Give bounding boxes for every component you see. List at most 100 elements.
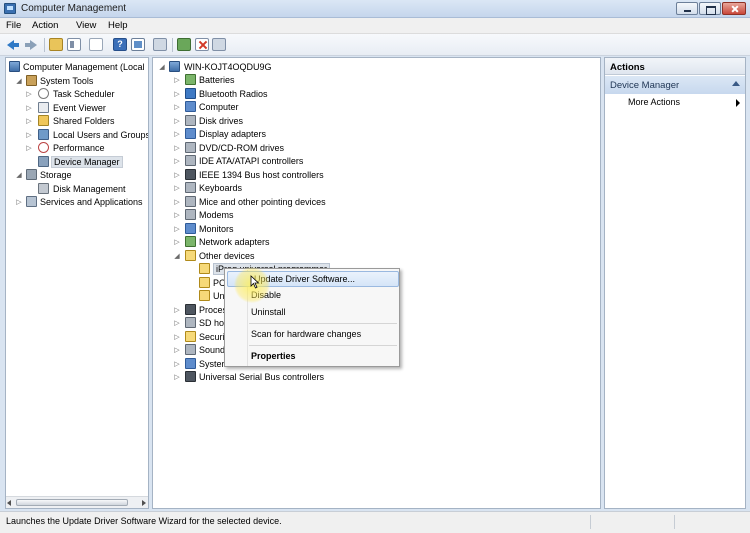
collapse-chevron-icon[interactable] <box>732 81 740 86</box>
disk-drive-icon <box>185 115 196 126</box>
menu-help[interactable]: Help <box>108 20 128 31</box>
close-button[interactable] <box>722 2 746 15</box>
expand-icon[interactable]: ▷ <box>25 131 33 140</box>
collapse-icon[interactable]: ◢ <box>158 63 166 72</box>
expand-icon[interactable]: ▷ <box>173 130 181 139</box>
expand-icon[interactable]: ▷ <box>173 184 181 193</box>
device-category[interactable]: ▷ Bluetooth Radios <box>173 88 473 101</box>
scrollbar-thumb[interactable] <box>16 499 128 506</box>
tree-item-services-apps[interactable]: ▷ Services and Applications <box>15 196 148 209</box>
storage-icon <box>26 169 37 180</box>
expand-icon[interactable]: ▷ <box>25 117 33 126</box>
expand-icon[interactable]: ▷ <box>173 103 181 112</box>
collapse-icon[interactable]: ◢ <box>15 77 23 86</box>
expand-icon[interactable]: ▷ <box>173 319 181 328</box>
minimize-button[interactable] <box>676 2 698 15</box>
tree-item-event-viewer[interactable]: ▷ Event Viewer <box>25 102 148 115</box>
tree-item-storage[interactable]: ◢ Storage <box>15 169 148 182</box>
tree-item-local-users[interactable]: ▷ Local Users and Groups <box>25 129 148 142</box>
show-hide-tree-icon[interactable] <box>67 38 81 51</box>
tree-item-device-manager[interactable]: Device Manager <box>25 156 148 169</box>
expand-icon[interactable]: ▷ <box>173 373 181 382</box>
devices-icon[interactable] <box>153 38 167 51</box>
more-actions-item[interactable]: More Actions <box>605 96 745 110</box>
computer-management-icon <box>4 3 16 14</box>
device-category[interactable]: ▷ DVD/CD-ROM drives <box>173 142 473 155</box>
horizontal-scrollbar[interactable] <box>6 496 148 508</box>
menu-item-uninstall[interactable]: Uninstall <box>225 305 399 321</box>
up-folder-icon[interactable] <box>49 38 63 51</box>
collapse-icon[interactable]: ◢ <box>15 171 23 180</box>
expand-icon[interactable]: ▷ <box>173 171 181 180</box>
uninstall-icon[interactable] <box>195 38 209 51</box>
export-list-icon[interactable] <box>89 38 103 51</box>
menu-item-disable[interactable]: Disable <box>225 288 399 304</box>
clock-icon <box>38 88 49 99</box>
tree-item-performance[interactable]: ▷ Performance <box>25 142 148 155</box>
device-category-other[interactable]: ◢ Other devices <box>173 250 473 263</box>
device-category[interactable]: ▷ Keyboards <box>173 182 473 195</box>
device-category[interactable]: ▷ Disk drives <box>173 115 473 128</box>
tree-item-shared-folders[interactable]: ▷ Shared Folders <box>25 115 148 128</box>
device-category[interactable]: ▷ Display adapters <box>173 128 473 141</box>
expand-icon[interactable]: ▷ <box>173 90 181 99</box>
forward-icon[interactable] <box>24 38 38 51</box>
expand-icon[interactable]: ▷ <box>173 144 181 153</box>
view-icon[interactable] <box>131 38 145 51</box>
collapse-icon[interactable]: ◢ <box>173 252 181 261</box>
maximize-button[interactable] <box>699 2 721 15</box>
monitor-icon <box>185 223 196 234</box>
menu-file[interactable]: File <box>6 20 21 31</box>
expand-icon[interactable]: ▷ <box>173 360 181 369</box>
usb-icon <box>185 371 196 382</box>
scroll-left-icon[interactable] <box>7 500 11 506</box>
device-category[interactable]: ▷ Batteries <box>173 74 473 87</box>
device-category[interactable]: ▷ Network adapters <box>173 236 473 249</box>
computer-management-icon <box>9 61 20 72</box>
menu-action[interactable]: Action <box>32 20 58 31</box>
scroll-right-icon[interactable] <box>142 500 146 506</box>
device-category[interactable]: ▷ Monitors <box>173 223 473 236</box>
tree-item-disk-management[interactable]: Disk Management <box>25 183 148 196</box>
actions-section-device-manager[interactable]: Device Manager <box>605 76 745 94</box>
menu-view[interactable]: View <box>76 20 96 31</box>
expand-icon[interactable]: ▷ <box>25 104 33 113</box>
title-bar: Computer Management <box>0 0 750 18</box>
device-category[interactable]: ▷ Computer <box>173 101 473 114</box>
expand-icon[interactable]: ▷ <box>173 157 181 166</box>
help-icon[interactable]: ? <box>113 38 127 51</box>
expand-icon[interactable]: ▷ <box>25 144 33 153</box>
menu-item-properties[interactable]: Properties <box>225 349 399 365</box>
back-icon[interactable] <box>6 38 20 51</box>
mouse-icon <box>185 196 196 207</box>
device-category[interactable]: ▷ IEEE 1394 Bus host controllers <box>173 169 473 182</box>
expand-icon[interactable]: ▷ <box>173 238 181 247</box>
update-driver-icon[interactable] <box>177 38 191 51</box>
mouse-pointer-icon <box>250 275 260 289</box>
expand-icon[interactable]: ▷ <box>173 198 181 207</box>
bluetooth-icon <box>185 88 196 99</box>
tree-root[interactable]: Computer Management (Local <box>9 61 148 74</box>
expand-icon[interactable]: ▷ <box>25 90 33 99</box>
expand-icon[interactable]: ▷ <box>173 225 181 234</box>
scan-hardware-icon[interactable] <box>212 38 226 51</box>
device-category[interactable]: ▷ Universal Serial Bus controllers <box>173 371 473 384</box>
submenu-arrow-icon <box>736 99 740 107</box>
dvd-drive-icon <box>185 142 196 153</box>
expand-icon[interactable]: ▷ <box>173 117 181 126</box>
system-device-icon <box>185 358 196 369</box>
expand-icon[interactable]: ▷ <box>173 306 181 315</box>
expand-icon[interactable]: ▷ <box>173 211 181 220</box>
expand-icon[interactable]: ▷ <box>173 333 181 342</box>
device-category[interactable]: ▷ Modems <box>173 209 473 222</box>
tree-item-system-tools[interactable]: ◢ System Tools <box>15 75 148 88</box>
tree-item-task-scheduler[interactable]: ▷ Task Scheduler <box>25 88 148 101</box>
device-category[interactable]: ▷ Mice and other pointing devices <box>173 196 473 209</box>
security-device-icon <box>185 331 196 342</box>
expand-icon[interactable]: ▷ <box>15 198 23 207</box>
menu-item-scan[interactable]: Scan for hardware changes <box>225 327 399 343</box>
expand-icon[interactable]: ▷ <box>173 346 181 355</box>
device-category[interactable]: ▷ IDE ATA/ATAPI controllers <box>173 155 473 168</box>
device-tree-root[interactable]: ◢ WIN-KOJT4OQDU9G <box>158 61 458 74</box>
expand-icon[interactable]: ▷ <box>173 76 181 85</box>
